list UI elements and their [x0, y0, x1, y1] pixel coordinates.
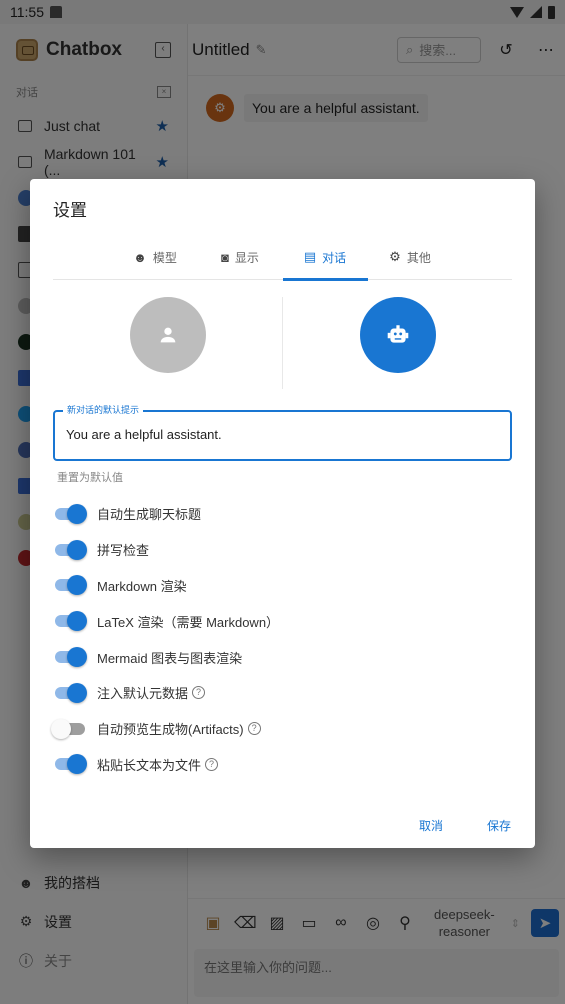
toggle-label: LaTeX 渲染（需要 Markdown） [97, 614, 280, 630]
auto-preview-artifacts-switch[interactable] [51, 718, 87, 740]
avatar-settings [53, 297, 512, 389]
assistant-avatar[interactable] [359, 297, 436, 373]
toggle-list: 自动生成聊天标题 拼写检查 Markdown 渲染 LaTeX 渲染（需要 Ma… [51, 496, 512, 783]
dialog-title: 设置 [53, 201, 87, 220]
paste-as-file-switch[interactable] [53, 753, 87, 775]
toggle-label: 自动预览生成物(Artifacts) [97, 722, 244, 738]
settings-tabs: ☻ 模型 ◙ 显示 ▤ 对话 ⚙ 其他 [53, 235, 512, 281]
markdown-switch[interactable] [53, 574, 87, 596]
toggle-label: 自动生成聊天标题 [97, 507, 202, 523]
inject-metadata-switch[interactable] [53, 682, 87, 704]
default-prompt-input[interactable] [66, 427, 496, 442]
toggle-label: 注入默认元数据 [97, 686, 189, 702]
default-prompt-label: 新对话的默认提示 [63, 403, 144, 416]
tab-label: 显示 [234, 250, 259, 265]
toggle-row: 粘贴长文本为文件 ? [53, 747, 512, 783]
toggle-label: 粘贴长文本为文件 [97, 757, 202, 773]
settings-dialog: 设置 ☻ 模型 ◙ 显示 ▤ 对话 ⚙ 其他 新对话的默认提示 You are … [30, 179, 535, 848]
save-button[interactable]: 保存 [487, 817, 511, 834]
toggle-row: 拼写检查 [53, 532, 512, 568]
tab-chat[interactable]: ▤ 对话 [282, 235, 368, 281]
tab-model[interactable]: ☻ 模型 [113, 235, 198, 279]
spellcheck-switch[interactable] [53, 539, 87, 561]
tab-label: 模型 [152, 250, 177, 265]
person-icon [160, 327, 175, 343]
chat-icon: ▤ [303, 249, 317, 264]
user-avatar[interactable] [129, 297, 206, 373]
toggle-row: 注入默认元数据 ? [53, 675, 512, 711]
latex-switch[interactable] [53, 610, 87, 632]
toggle-label: Markdown 渲染 [97, 578, 187, 594]
gear-icon: ⚙ [389, 249, 401, 264]
robot-icon: ☻ [133, 249, 147, 265]
cancel-button[interactable]: 取消 [419, 817, 443, 834]
toggle-row: Markdown 渲染 [53, 568, 512, 604]
toggle-label: 拼写检查 [97, 543, 150, 559]
tab-label: 其他 [406, 250, 431, 265]
tab-label: 对话 [322, 250, 347, 265]
help-icon[interactable]: ? [247, 722, 261, 736]
auto-title-switch[interactable] [53, 503, 87, 525]
default-prompt-field[interactable]: 新对话的默认提示 [53, 403, 512, 461]
mermaid-switch[interactable] [53, 646, 87, 668]
toggle-row: LaTeX 渲染（需要 Markdown） [53, 603, 512, 639]
tab-other[interactable]: ⚙ 其他 [368, 235, 453, 279]
tab-display[interactable]: ◙ 显示 [198, 235, 283, 279]
reset-default-link[interactable]: 重置为默认值 [57, 469, 123, 485]
display-icon: ◙ [221, 249, 229, 265]
robot-icon [387, 325, 408, 343]
toggle-row: 自动生成聊天标题 [53, 496, 512, 532]
dialog-actions: 取消 保存 [419, 817, 511, 834]
toggle-label: Mermaid 图表与图表渲染 [97, 650, 243, 666]
toggle-row: 自动预览生成物(Artifacts) ? [51, 711, 512, 747]
help-icon[interactable]: ? [205, 757, 219, 771]
toggle-row: Mermaid 图表与图表渲染 [53, 639, 512, 675]
help-icon[interactable]: ? [192, 686, 206, 700]
